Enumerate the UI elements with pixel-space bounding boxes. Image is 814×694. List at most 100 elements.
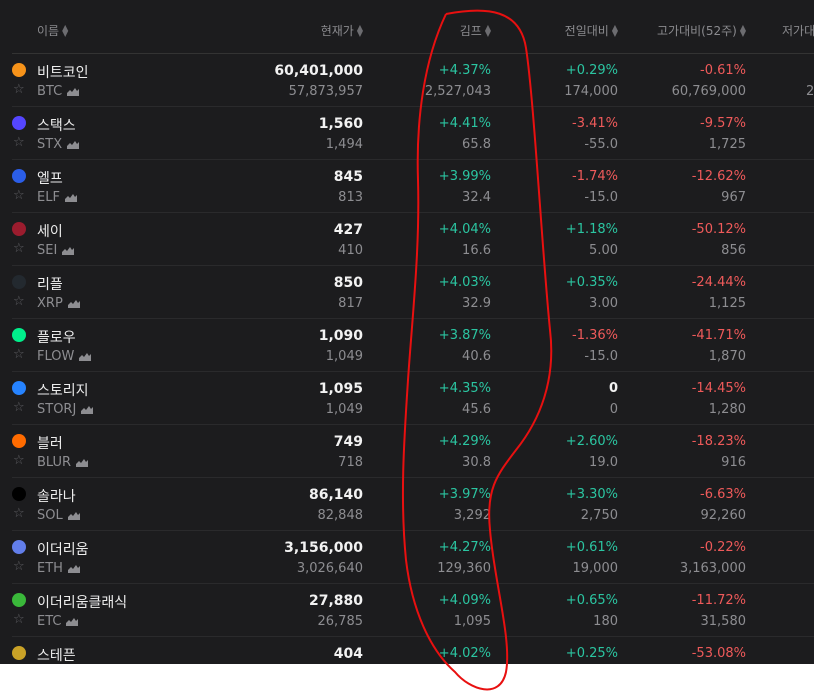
- star-icon[interactable]: ☆: [13, 348, 25, 362]
- current-price: 404: [333, 646, 363, 662]
- coin-symbol: BLUR: [37, 455, 89, 470]
- coin-symbol-text: STORJ: [37, 402, 77, 417]
- foreign-price: 26,785: [317, 614, 364, 629]
- high52-change: -50.12%: [691, 222, 746, 237]
- current-price: 1,095: [318, 381, 363, 397]
- coin-name: 블러: [37, 436, 63, 452]
- high52-price: 916: [721, 455, 746, 470]
- star-icon[interactable]: ☆: [13, 454, 25, 468]
- high52-change: -11.72%: [691, 593, 746, 608]
- stepn-icon: [12, 646, 26, 660]
- table-row[interactable]: ☆ 솔라나 SOL 86,140 82,848 +3.97% 3,292 +3.30% 2,75…: [0, 478, 814, 531]
- chart-icon[interactable]: [67, 299, 80, 308]
- daily-change: +0.29%: [565, 63, 618, 78]
- chart-icon[interactable]: [67, 564, 80, 573]
- daily-change: +0.65%: [565, 593, 618, 608]
- chart-icon[interactable]: [79, 352, 92, 361]
- coin-name: 스택스: [37, 118, 76, 134]
- chart-icon[interactable]: [76, 458, 89, 467]
- table-row[interactable]: ☆ 블러 BLUR 749 718 +4.29% 30.8 +2.60% 19.0 -18.23%…: [0, 425, 814, 478]
- coin-symbol: ELF: [37, 190, 77, 205]
- ethereum-icon: [12, 540, 26, 554]
- header-kimp[interactable]: 김프 ▲ ▼: [460, 22, 491, 39]
- current-price: 86,140: [308, 487, 363, 503]
- table-row[interactable]: ☆ 스택스 STX 1,560 1,494 +4.41% 65.8 -3.41% -55.0 -9…: [0, 107, 814, 160]
- kimchi-premium: +4.27%: [438, 540, 491, 555]
- header-price[interactable]: 현재가 ▲ ▼: [321, 22, 363, 39]
- header-change[interactable]: 전일대비 ▲ ▼: [565, 22, 618, 39]
- chart-icon[interactable]: [64, 193, 77, 202]
- daily-change-amount: 19.0: [589, 455, 618, 470]
- coin-symbol: STORJ: [37, 402, 94, 417]
- coin-table: 이름 ▲ ▼ 현재가 ▲ ▼ 김프 ▲ ▼ 전일대비 ▲ ▼ 고가대비(52주) ▲ ▼ 저가대 ☆…: [0, 0, 814, 664]
- high52-change: -0.61%: [700, 63, 746, 78]
- current-price: 1,090: [318, 328, 363, 344]
- table-row[interactable]: ☆ 리플 XRP 850 817 +4.03% 32.9 +0.35% 3.00 -24.44% 1…: [0, 266, 814, 319]
- header-high52[interactable]: 고가대비(52주) ▲ ▼: [657, 22, 746, 39]
- star-icon[interactable]: ☆: [13, 401, 25, 415]
- kimchi-premium: +4.35%: [438, 381, 491, 396]
- chart-icon[interactable]: [67, 140, 80, 149]
- star-icon[interactable]: ☆: [13, 613, 25, 627]
- current-price: 1,560: [318, 116, 363, 132]
- daily-change-amount: 3.00: [589, 296, 618, 311]
- daily-change: +0.25%: [565, 646, 618, 661]
- kimchi-premium-amount: 65.8: [462, 137, 491, 152]
- daily-change: +0.61%: [565, 540, 618, 555]
- coin-name: 스토리지: [37, 383, 89, 399]
- foreign-price: 410: [338, 243, 363, 258]
- high52-change: -53.08%: [691, 646, 746, 661]
- foreign-price: 1,049: [325, 349, 363, 364]
- kimchi-premium: +3.97%: [438, 487, 491, 502]
- chart-icon[interactable]: [66, 617, 79, 626]
- daily-change: +3.30%: [565, 487, 618, 502]
- kimchi-premium: +4.09%: [438, 593, 491, 608]
- aelf-icon: [12, 169, 26, 183]
- current-price: 3,156,000: [284, 540, 363, 556]
- table-row[interactable]: ☆ 엘프 ELF 845 813 +3.99% 32.4 -1.74% -15.0 -12.62%…: [0, 160, 814, 213]
- table-row[interactable]: ☆ 스토리지 STORJ 1,095 1,049 +4.35% 45.6 0 0 -14.45% 1…: [0, 372, 814, 425]
- kimchi-premium-amount: 32.4: [462, 190, 491, 205]
- chart-icon[interactable]: [67, 511, 80, 520]
- header-low52[interactable]: 저가대: [782, 22, 814, 39]
- sort-icon: ▲ ▼: [62, 22, 69, 38]
- star-icon[interactable]: ☆: [13, 507, 25, 521]
- star-icon[interactable]: ☆: [13, 136, 25, 150]
- current-price: 845: [333, 169, 363, 185]
- chart-icon[interactable]: [62, 246, 75, 255]
- header-name[interactable]: 이름 ▲ ▼: [37, 22, 68, 39]
- table-row[interactable]: ☆ 플로우 FLOW 1,090 1,049 +3.87% 40.6 -1.36% -15.0 -…: [0, 319, 814, 372]
- bitcoin-icon: [12, 63, 26, 77]
- kimchi-premium: +4.41%: [438, 116, 491, 131]
- foreign-price: 57,873,957: [288, 84, 363, 99]
- daily-change-amount: 174,000: [564, 84, 618, 99]
- header-change-label: 전일대비: [564, 24, 609, 38]
- current-price: 60,401,000: [274, 63, 363, 79]
- daily-change: -1.74%: [572, 169, 618, 184]
- star-icon[interactable]: ☆: [13, 560, 25, 574]
- daily-change: +0.35%: [565, 275, 618, 290]
- high52-price: 60,769,000: [671, 84, 746, 99]
- chart-icon[interactable]: [81, 405, 94, 414]
- coin-symbol: ETC: [37, 614, 79, 629]
- high52-change: -9.57%: [700, 116, 746, 131]
- coin-name: 리플: [37, 277, 63, 293]
- table-row[interactable]: ☆ 이더리움 ETH 3,156,000 3,026,640 +4.27% 129,360 +…: [0, 531, 814, 584]
- kimchi-premium: +4.37%: [438, 63, 491, 78]
- star-icon[interactable]: ☆: [13, 83, 25, 97]
- coin-symbol-text: SOL: [37, 508, 63, 523]
- stacks-icon: [12, 116, 26, 130]
- table-header: 이름 ▲ ▼ 현재가 ▲ ▼ 김프 ▲ ▼ 전일대비 ▲ ▼ 고가대비(52주) ▲ ▼ 저가대: [0, 0, 814, 54]
- high52-price: 31,580: [700, 614, 747, 629]
- table-row[interactable]: ☆ 비트코인 BTC 60,401,000 57,873,957 +4.37% 2,527,…: [0, 54, 814, 107]
- xrp-icon: [12, 275, 26, 289]
- star-icon[interactable]: ☆: [13, 189, 25, 203]
- star-icon[interactable]: ☆: [13, 295, 25, 309]
- table-row[interactable]: ☆ 세이 SEI 427 410 +4.04% 16.6 +1.18% 5.00 -50.12% 8…: [0, 213, 814, 266]
- high52-price: 1,870: [708, 349, 746, 364]
- chart-icon[interactable]: [67, 87, 80, 96]
- star-icon[interactable]: ☆: [13, 242, 25, 256]
- sort-icon: ▲ ▼: [484, 22, 491, 38]
- table-row[interactable]: ☆ 이더리움클래식 ETC 27,880 26,785 +4.09% 1,095 +0.65%…: [0, 584, 814, 637]
- table-row[interactable]: ☆스테픈404+4.02%+0.25%-53.08%: [0, 637, 814, 664]
